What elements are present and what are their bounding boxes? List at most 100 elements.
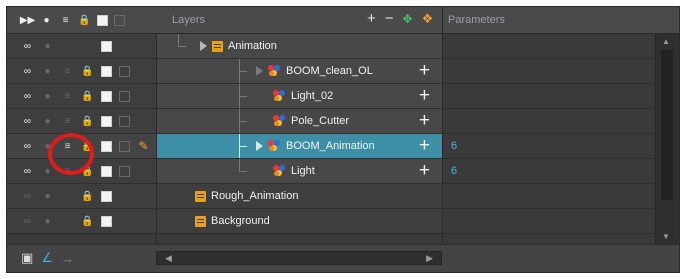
color-swatch[interactable] xyxy=(101,40,112,52)
lock-icon[interactable]: 🔒 xyxy=(81,65,94,78)
layers-footer: ▣ ∠ → ◀ ▶ xyxy=(7,244,679,272)
layer-tools: + − ✥ ❖ xyxy=(367,10,433,28)
add-layer-icon[interactable]: + xyxy=(367,10,376,28)
parameter-value: 6 xyxy=(451,140,458,152)
group-layer-icon xyxy=(195,215,206,227)
layer-name: Background xyxy=(211,215,270,227)
color-swatch[interactable] xyxy=(101,65,112,77)
visibility-icon[interactable]: ● xyxy=(41,215,54,228)
add-group-icon[interactable]: ❖ xyxy=(422,10,434,28)
parameter-cell xyxy=(442,109,655,133)
add-drawing-button[interactable]: + xyxy=(419,86,430,106)
layers-column-label: Layers xyxy=(172,14,206,26)
expand-arrow-icon[interactable] xyxy=(256,141,263,151)
layer-name: BOOM_clean_OL xyxy=(286,65,373,77)
layer-row-boom-animation[interactable]: ∞ ● ≡ 🔒 ✎ BOOM_Animation + 6 xyxy=(7,134,655,159)
vertical-scrollbar[interactable]: ▲ ▼ xyxy=(655,34,679,244)
color-swatch-icon[interactable] xyxy=(97,14,108,26)
delete-layer-icon[interactable]: − xyxy=(385,10,394,28)
animate-icon[interactable]: ∞ xyxy=(21,115,34,128)
header-toggles: ▶▶ ● ≡ 🔒 xyxy=(7,7,156,33)
add-drawing-button[interactable]: + xyxy=(419,61,430,81)
stack-toggle-icon[interactable]: ≡ xyxy=(59,14,72,27)
scroll-right-icon[interactable]: ▶ xyxy=(426,253,433,264)
expand-arrow-icon[interactable] xyxy=(200,41,207,51)
arrow-right-icon[interactable]: → xyxy=(61,251,74,266)
thumbnail-icon[interactable] xyxy=(119,65,130,77)
stack-icon[interactable]: ≡ xyxy=(61,115,74,128)
color-swatch[interactable] xyxy=(101,90,112,102)
layer-row-light-02[interactable]: ∞ ● ≡ 🔒 Light_02 + xyxy=(7,84,655,109)
function-curve-icon[interactable]: ∠ xyxy=(41,250,53,266)
layer-name-cell[interactable]: Rough_Animation xyxy=(156,184,442,208)
scroll-down-icon[interactable]: ▼ xyxy=(662,232,670,241)
layer-name-cell[interactable]: Pole_Cutter + xyxy=(156,109,442,133)
parameters-column-label: Parameters xyxy=(448,14,505,26)
animate-icon[interactable]: ∞ xyxy=(21,65,34,78)
highlight-circle xyxy=(48,133,94,175)
expand-arrow-icon[interactable] xyxy=(256,66,263,76)
lock-icon[interactable]: 🔒 xyxy=(81,190,94,203)
layers-header: ▶▶ ● ≡ 🔒 Layers + − ✥ ❖ Parameters xyxy=(7,7,679,34)
layer-row-boom-clean-ol[interactable]: ∞ ● ≡ 🔒 BOOM_clean_OL + xyxy=(7,59,655,84)
layer-row-light[interactable]: ∞ ● ≡ 🔒 Light + 6 xyxy=(7,159,655,184)
add-drawing-button[interactable]: + xyxy=(419,161,430,181)
color-swatch[interactable] xyxy=(101,190,112,202)
color-swatch[interactable] xyxy=(101,115,112,127)
add-drawing-button[interactable]: + xyxy=(419,111,430,131)
lock-icon[interactable]: 🔒 xyxy=(81,215,94,228)
group-layer-icon xyxy=(212,40,223,52)
camera-view-icon[interactable]: ▣ xyxy=(21,250,33,266)
lock-icon[interactable]: 🔒 xyxy=(81,90,94,103)
thumbnail-icon[interactable] xyxy=(119,165,130,177)
thumbnail-icon[interactable] xyxy=(119,140,130,152)
layer-name-cell[interactable]: Animation xyxy=(156,34,442,58)
layer-row-animation[interactable]: ∞ ● Animation xyxy=(7,34,655,59)
scroll-left-icon[interactable]: ◀ xyxy=(165,253,172,264)
add-drawing-button[interactable]: + xyxy=(419,136,430,156)
horizontal-scrollbar[interactable]: ◀ ▶ xyxy=(156,251,442,265)
add-peg-icon[interactable]: ✥ xyxy=(403,10,413,28)
layer-row-rough-animation[interactable]: ∞ ● 🔒 Rough_Animation xyxy=(7,184,655,209)
layer-name-cell[interactable]: Background xyxy=(156,209,442,233)
lock-icon[interactable]: 🔒 xyxy=(81,115,94,128)
layer-name-cell[interactable]: BOOM_Animation + xyxy=(156,134,442,158)
layer-toggles: ∞ ● ≡ 🔒 xyxy=(7,84,156,108)
thumbnail-icon[interactable] xyxy=(119,115,130,127)
layer-row-pole-cutter[interactable]: ∞ ● ≡ 🔒 Pole_Cutter + xyxy=(7,109,655,134)
panel-divider[interactable] xyxy=(442,7,443,272)
column-divider[interactable] xyxy=(156,34,157,244)
layers-panel: ▶▶ ● ≡ 🔒 Layers + − ✥ ❖ Parameters ∞ ● A… xyxy=(6,6,680,273)
scroll-thumb[interactable] xyxy=(661,50,673,200)
visibility-icon[interactable]: ● xyxy=(41,190,54,203)
animate-toggle-icon[interactable]: ▶▶ xyxy=(20,14,35,27)
thumbnail-icon[interactable] xyxy=(119,90,130,102)
visibility-icon[interactable]: ● xyxy=(41,65,54,78)
layer-name-cell[interactable]: Light + xyxy=(156,159,442,183)
drawing-layer-icon xyxy=(273,115,286,127)
parameter-cell xyxy=(442,59,655,83)
layer-name-cell[interactable]: Light_02 + xyxy=(156,84,442,108)
lock-toggle-icon[interactable]: 🔒 xyxy=(78,14,91,27)
stack-icon[interactable]: ≡ xyxy=(61,90,74,103)
animate-icon[interactable]: ∞ xyxy=(21,190,34,203)
thumbnail-icon[interactable] xyxy=(114,14,125,26)
visibility-icon[interactable]: ● xyxy=(41,40,54,53)
layer-name-cell[interactable]: BOOM_clean_OL + xyxy=(156,59,442,83)
stack-icon[interactable]: ≡ xyxy=(61,65,74,78)
color-swatch[interactable] xyxy=(101,215,112,227)
layer-toggles: ∞ ● 🔒 xyxy=(7,209,156,233)
layer-toggles: ∞ ● 🔒 xyxy=(7,184,156,208)
animate-icon[interactable]: ∞ xyxy=(21,165,34,178)
show-hide-toggle-icon[interactable]: ● xyxy=(40,14,53,27)
animate-icon[interactable]: ∞ xyxy=(21,215,34,228)
visibility-icon[interactable]: ● xyxy=(41,115,54,128)
color-swatch[interactable] xyxy=(101,140,112,152)
animate-icon[interactable]: ∞ xyxy=(21,140,34,153)
animate-icon[interactable]: ∞ xyxy=(21,40,34,53)
visibility-icon[interactable]: ● xyxy=(41,90,54,103)
scroll-up-icon[interactable]: ▲ xyxy=(662,37,670,46)
animate-icon[interactable]: ∞ xyxy=(21,90,34,103)
color-swatch[interactable] xyxy=(101,165,112,177)
layer-row-background[interactable]: ∞ ● 🔒 Background xyxy=(7,209,655,234)
